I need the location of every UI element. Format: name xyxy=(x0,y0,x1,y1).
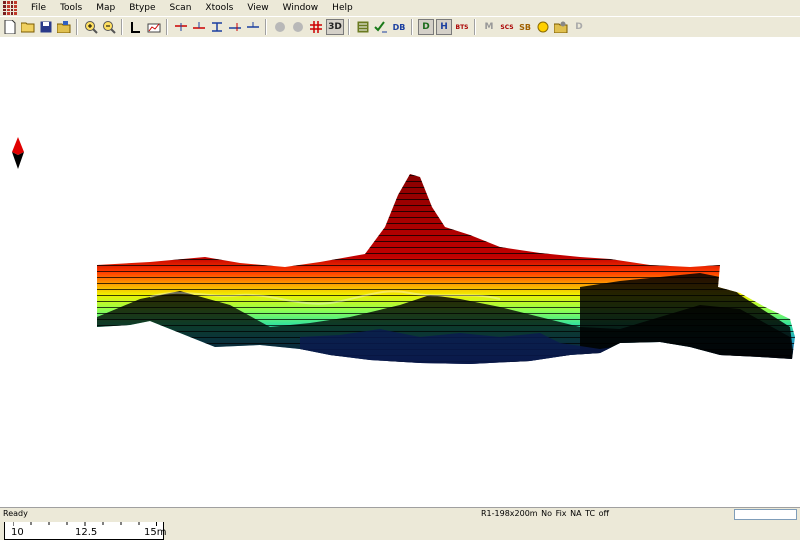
db-label: DB xyxy=(392,22,406,32)
3d-view-icon[interactable]: 3D xyxy=(326,19,344,35)
scs-label: SCS xyxy=(500,23,514,31)
marker-5-icon[interactable] xyxy=(245,19,261,35)
zoom-out-icon[interactable] xyxy=(101,19,117,35)
d-icon[interactable]: D xyxy=(571,19,587,35)
terrain-surface xyxy=(97,174,795,364)
marker-4-icon[interactable] xyxy=(227,19,243,35)
m-label: M xyxy=(484,22,494,32)
grid-icon[interactable] xyxy=(308,19,324,35)
menu-xtools[interactable]: Xtools xyxy=(198,0,240,16)
toolbar-separator xyxy=(474,19,476,35)
d-label: D xyxy=(575,22,583,32)
sb-label: SB xyxy=(519,22,531,32)
menu-scan[interactable]: Scan xyxy=(163,0,199,16)
scs-icon[interactable]: SCS xyxy=(499,19,515,35)
3d-label: 3D xyxy=(328,22,342,32)
list-icon[interactable] xyxy=(355,19,371,35)
menu-help[interactable]: Help xyxy=(325,0,360,16)
profile-l-icon[interactable] xyxy=(128,19,144,35)
app-grid-icon[interactable] xyxy=(3,1,17,15)
menu-btype[interactable]: Btype xyxy=(122,0,162,16)
marker-1-icon[interactable] xyxy=(173,19,189,35)
zoom-in-icon[interactable] xyxy=(83,19,99,35)
bts-label: BTS xyxy=(455,23,469,31)
toolbar-separator xyxy=(348,19,350,35)
menu-file[interactable]: File xyxy=(24,0,53,16)
export-icon[interactable] xyxy=(56,19,72,35)
sb-icon[interactable]: SB xyxy=(517,19,533,35)
legend-mid-label: 12.5 xyxy=(75,527,98,538)
legend-max-label: 15m xyxy=(144,527,167,538)
toolbar-separator xyxy=(121,19,123,35)
menu-tools[interactable]: Tools xyxy=(53,0,89,16)
new-file-icon[interactable] xyxy=(2,19,18,35)
gray-disc-1-icon[interactable] xyxy=(272,19,288,35)
menu-window[interactable]: Window xyxy=(276,0,326,16)
check-list-icon[interactable] xyxy=(373,19,389,35)
h-view-icon[interactable]: H xyxy=(436,19,452,35)
gray-disc-2-icon[interactable] xyxy=(290,19,306,35)
north-arrow-icon xyxy=(12,137,24,169)
toolbar-separator xyxy=(166,19,168,35)
terrain-3d-view xyxy=(12,137,795,364)
toolbar-separator xyxy=(76,19,78,35)
menu-bar: File Tools Map Btype Scan Xtools View Wi… xyxy=(0,0,800,16)
status-info-text: R1-198x200m No Fix NA TC off xyxy=(481,509,610,518)
toolbar-separator xyxy=(411,19,413,35)
chart-icon[interactable] xyxy=(146,19,162,35)
d-view-label: D xyxy=(422,22,430,32)
settings-icon[interactable] xyxy=(553,19,569,35)
m-icon[interactable]: M xyxy=(481,19,497,35)
toolbar: 3D DB D H BTS M SCS SB D xyxy=(0,16,800,38)
menu-map[interactable]: Map xyxy=(89,0,122,16)
status-input-field[interactable] xyxy=(734,509,797,520)
db-icon[interactable]: DB xyxy=(391,19,407,35)
status-ready-text: Ready xyxy=(3,509,28,518)
status-bar: Ready R1-198x200m No Fix NA TC off xyxy=(0,507,800,522)
d-view-icon[interactable]: D xyxy=(418,19,434,35)
toolbar-separator xyxy=(265,19,267,35)
map-canvas[interactable]: 10 12.5 15m xyxy=(0,37,800,540)
open-folder-icon[interactable] xyxy=(20,19,36,35)
h-view-label: H xyxy=(440,22,448,32)
save-icon[interactable] xyxy=(38,19,54,35)
legend-ticks xyxy=(13,522,157,526)
bts-icon[interactable]: BTS xyxy=(454,19,470,35)
marker-2-icon[interactable] xyxy=(191,19,207,35)
circle-icon[interactable] xyxy=(535,19,551,35)
menu-view[interactable]: View xyxy=(240,0,275,16)
legend-min-label: 10 xyxy=(11,527,24,538)
marker-3-icon[interactable] xyxy=(209,19,225,35)
